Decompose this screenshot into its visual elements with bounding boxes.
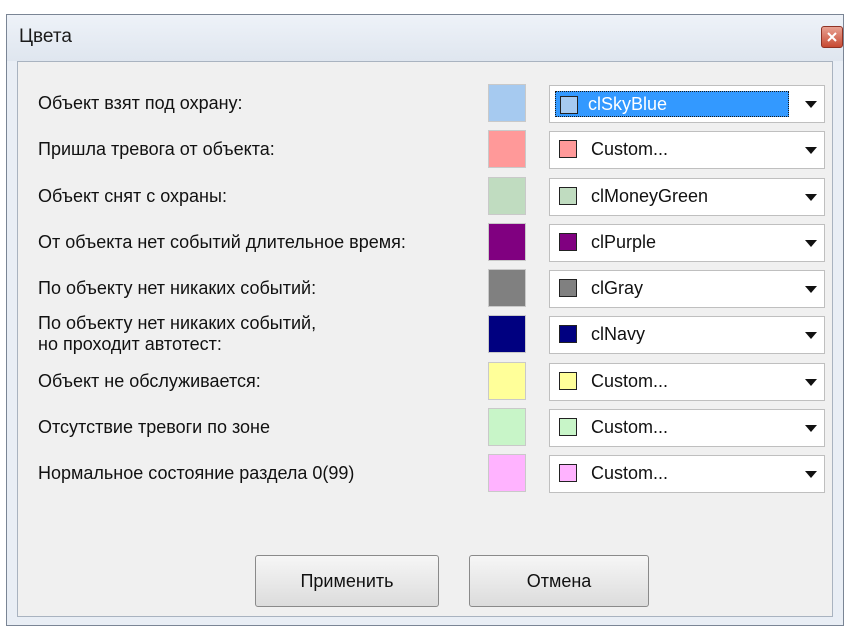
color-select-value: Custom...: [550, 410, 790, 446]
colors-dialog: Цвета Объект взят под охрану: clSkyBlue Пр…: [6, 14, 844, 626]
color-select-swatch: [559, 325, 577, 343]
color-select-swatch: [559, 233, 577, 251]
color-select[interactable]: clMoneyGreen: [549, 178, 825, 216]
dropdown-arrow-icon[interactable]: [805, 240, 817, 247]
color-row: По объекту нет никаких событий: clGray: [18, 269, 832, 309]
color-select-value: Custom...: [550, 364, 790, 400]
color-preview-swatch: [488, 454, 526, 492]
dropdown-arrow-icon[interactable]: [805, 332, 817, 339]
close-button[interactable]: [821, 26, 843, 48]
color-select-value: clNavy: [550, 317, 790, 353]
color-select-text: clSkyBlue: [588, 94, 668, 114]
color-select[interactable]: clSkyBlue: [549, 85, 825, 123]
color-row: Нормальное состояние раздела 0(99) Custom…: [18, 454, 832, 494]
color-select[interactable]: clNavy: [549, 316, 825, 354]
color-preview-swatch: [488, 408, 526, 446]
color-select[interactable]: Custom...: [549, 363, 825, 401]
dropdown-arrow-icon[interactable]: [805, 147, 817, 154]
color-row-label: Пришла тревога от объекта:: [38, 139, 275, 159]
color-row: Объект не обслуживается: Custom...: [18, 362, 832, 402]
color-row: Объект взят под охрану: clSkyBlue: [18, 84, 832, 124]
color-select-value: clGray: [550, 271, 790, 307]
color-select-value: clMoneyGreen: [550, 179, 790, 215]
title-bar: Цвета: [7, 15, 843, 61]
window-title: Цвета: [19, 26, 72, 47]
color-select-swatch: [559, 464, 577, 482]
color-select-text: clNavy: [591, 324, 646, 344]
color-select-text: Custom...: [591, 139, 669, 159]
color-preview-swatch: [488, 84, 526, 122]
dropdown-arrow-icon[interactable]: [805, 471, 817, 478]
color-select[interactable]: clPurple: [549, 224, 825, 262]
color-select[interactable]: Custom...: [549, 409, 825, 447]
dropdown-arrow-icon[interactable]: [805, 101, 817, 108]
close-icon: [827, 32, 837, 42]
color-preview-swatch: [488, 315, 526, 353]
color-preview-swatch: [488, 177, 526, 215]
color-select-text: Custom...: [591, 371, 669, 391]
color-select-text: Custom...: [591, 463, 669, 483]
color-select-text: clMoneyGreen: [591, 186, 709, 206]
dialog-client-area: Объект взят под охрану: clSkyBlue Пришла т…: [17, 61, 833, 617]
color-select[interactable]: Custom...: [549, 131, 825, 169]
color-select-text: clPurple: [591, 232, 657, 252]
color-row-label: По объекту нет никаких событий, но прохо…: [38, 313, 317, 354]
color-row-label: Нормальное состояние раздела 0(99): [38, 463, 355, 483]
color-select-swatch: [559, 418, 577, 436]
color-preview-swatch: [488, 223, 526, 261]
color-row-label: От объекта нет событий длительное время:: [38, 232, 406, 252]
color-select-swatch: [559, 187, 577, 205]
dropdown-arrow-icon[interactable]: [805, 286, 817, 293]
color-select-value: Custom...: [550, 456, 790, 492]
color-row: По объекту нет никаких событий, но прохо…: [18, 313, 832, 355]
color-select-value: clPurple: [550, 225, 790, 261]
color-select[interactable]: clGray: [549, 270, 825, 308]
color-row-label: По объекту нет никаких событий:: [38, 278, 317, 298]
color-row-label: Объект снят с охраны:: [38, 186, 227, 206]
color-select-swatch: [559, 372, 577, 390]
color-select[interactable]: Custom...: [549, 455, 825, 493]
color-row-label: Объект не обслуживается:: [38, 371, 261, 391]
color-row: Объект снят с охраны: clMoneyGreen: [18, 177, 832, 217]
color-select-text: Custom...: [591, 417, 669, 437]
color-row: Отсутствие тревоги по зоне Custom...: [18, 408, 832, 448]
color-row-label: Объект взят под охрану:: [38, 93, 243, 113]
color-preview-swatch: [488, 362, 526, 400]
dropdown-arrow-icon[interactable]: [805, 425, 817, 432]
cancel-button[interactable]: Отмена: [469, 555, 649, 607]
color-preview-swatch: [488, 130, 526, 168]
color-preview-swatch: [488, 269, 526, 307]
color-select-swatch: [559, 279, 577, 297]
color-row: От объекта нет событий длительное время:…: [18, 223, 832, 263]
dropdown-arrow-icon[interactable]: [805, 379, 817, 386]
apply-button[interactable]: Применить: [255, 555, 439, 607]
color-select-swatch: [559, 140, 577, 158]
color-row: Пришла тревога от объекта: Custom...: [18, 130, 832, 170]
color-select-text: clGray: [591, 278, 644, 298]
dropdown-arrow-icon[interactable]: [805, 194, 817, 201]
color-select-value: Custom...: [550, 132, 790, 168]
color-select-value: clSkyBlue: [555, 91, 789, 117]
color-row-label: Отсутствие тревоги по зоне: [38, 417, 270, 437]
color-select-swatch: [560, 96, 578, 114]
